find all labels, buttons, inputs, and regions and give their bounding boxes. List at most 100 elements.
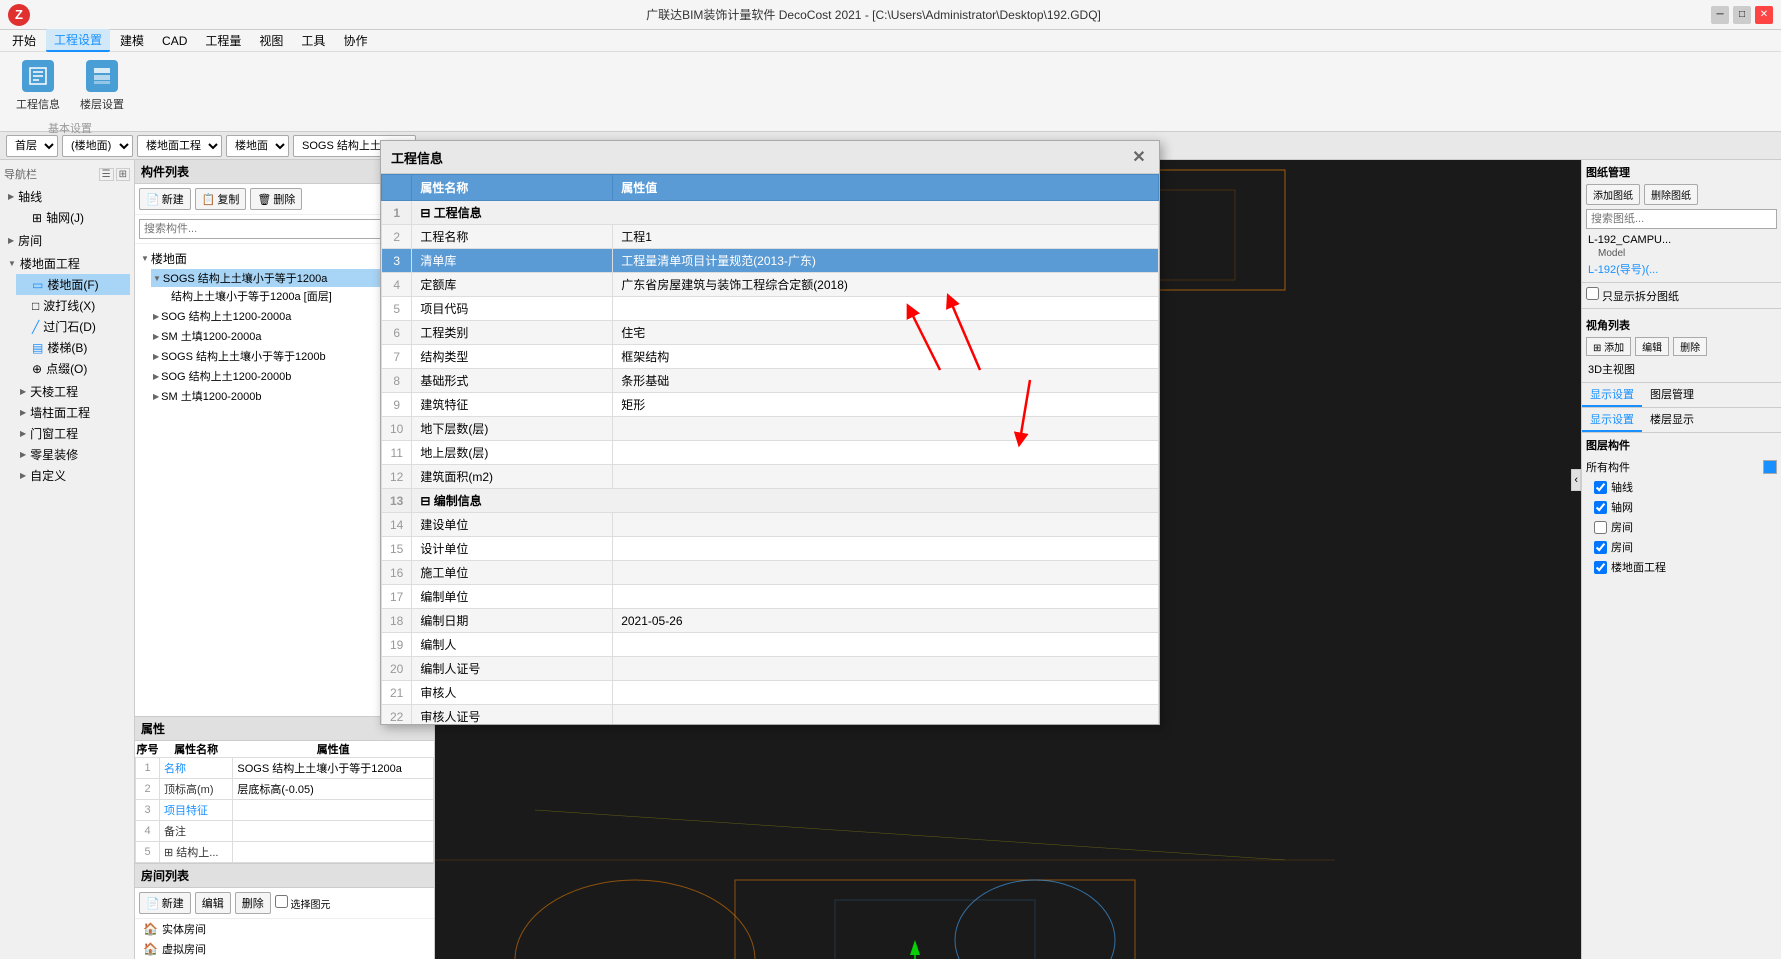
nav-wall[interactable]: ▶ 墙柱面工程: [4, 402, 130, 423]
display-settings: 显示设置 图层管理 显示设置 楼层显示 图层构件 所有构件 轴线: [1582, 383, 1781, 581]
drawing-item-l192[interactable]: L-192_CAMPU...: [1586, 233, 1777, 247]
floor-eng-checkbox[interactable]: [1594, 561, 1607, 574]
row-quota-library[interactable]: 4 定额库 广东省房屋建筑与装饰工程综合定额(2018): [382, 273, 1159, 297]
drawing-mgmt-section: 图纸管理 添加图纸 删除图纸 L-192_CAMPU... Model L-19…: [1582, 160, 1781, 283]
tab-layer-mgmt[interactable]: 图层管理: [1642, 383, 1702, 407]
project-info-modal[interactable]: 工程信息 ✕ 属性名称 属性值 1 ⊟ 工程信息: [380, 140, 1160, 725]
add-view-button[interactable]: ⊞ 添加: [1586, 337, 1631, 356]
menu-quantities[interactable]: 工程量: [197, 30, 249, 51]
drawing-item-l192-guide[interactable]: L-192(导号)(...: [1586, 260, 1777, 278]
project-select[interactable]: 楼地面工程: [137, 135, 222, 157]
collapse-right-panel[interactable]: ‹: [1571, 469, 1581, 491]
nav-floor-finish[interactable]: ▭ 楼地面(F): [16, 274, 130, 295]
split-drawing-checkbox[interactable]: 只显示拆分图纸: [1586, 291, 1679, 303]
new-component-button[interactable]: 📄 新建: [139, 188, 191, 210]
row-compile-date[interactable]: 18 编制日期 2021-05-26: [382, 609, 1159, 633]
row-compiler[interactable]: 19 编制人: [382, 633, 1159, 657]
edit-room-button[interactable]: 编辑: [195, 892, 231, 914]
row-above-floors[interactable]: 11 地上层数(层): [382, 441, 1159, 465]
nav-grid-icon[interactable]: ⊞: [116, 168, 130, 181]
drawing-search-input[interactable]: [1586, 209, 1777, 229]
nav-custom[interactable]: ▶ 自定义: [4, 465, 130, 486]
room-item-real[interactable]: 🏠 实体房间: [135, 919, 434, 939]
maximize-button[interactable]: □: [1733, 6, 1751, 24]
nav-stair[interactable]: ▤ 楼梯(B): [16, 337, 130, 358]
delete-component-button[interactable]: 🗑 删除: [250, 188, 302, 210]
grid-checkbox[interactable]: [1594, 501, 1607, 514]
row-bill-library[interactable]: 3 清单库 工程量清单项目计量规范(2013-广东): [382, 249, 1159, 273]
select-elements-checkbox[interactable]: 选择图元: [275, 895, 331, 911]
row-structure-type[interactable]: 7 结构类型 框架结构: [382, 345, 1159, 369]
menu-start[interactable]: 开始: [4, 30, 44, 51]
grid-label: 轴网(J): [46, 209, 84, 226]
default-3d-view[interactable]: 3D主视图: [1586, 360, 1777, 378]
modal-close-button[interactable]: ✕: [1129, 147, 1149, 167]
subtab-display[interactable]: 显示设置: [1582, 408, 1642, 432]
new-room-button[interactable]: 📄 新建: [139, 892, 191, 914]
tab-display-settings[interactable]: 显示设置: [1582, 383, 1642, 407]
stair-icon: ▤: [32, 341, 43, 355]
expand-icon: ▼: [8, 259, 16, 268]
modal-title: 工程信息: [391, 148, 443, 167]
delete-view-button[interactable]: 删除: [1673, 337, 1707, 356]
project-info-button[interactable]: 工程信息: [8, 56, 68, 116]
row-foundation[interactable]: 8 基础形式 条形基础: [382, 369, 1159, 393]
row-construction-unit[interactable]: 14 建设单位: [382, 513, 1159, 537]
nav-doors-windows[interactable]: ▶ 门窗工程: [4, 423, 130, 444]
row-contractor[interactable]: 16 施工单位: [382, 561, 1159, 585]
axes-checkbox-label: 轴线: [1611, 479, 1633, 495]
row-project-category[interactable]: 6 工程类别 住宅: [382, 321, 1159, 345]
floor-settings-button[interactable]: 楼层设置: [72, 56, 132, 116]
minimize-button[interactable]: ─: [1711, 6, 1729, 24]
menu-view[interactable]: 视图: [251, 30, 291, 51]
row-project-code[interactable]: 5 项目代码: [382, 297, 1159, 321]
subtab-floor[interactable]: 楼层显示: [1642, 408, 1702, 432]
nav-room-header[interactable]: ▶ 房间: [4, 230, 130, 251]
menu-bar: 开始 工程设置 建模 CAD 工程量 视图 工具 协作: [0, 30, 1781, 52]
floor-settings-label: 楼层设置: [80, 96, 124, 112]
surface-select[interactable]: 楼地面: [226, 135, 289, 157]
menu-collaborate[interactable]: 协作: [335, 30, 375, 51]
row-floor-area[interactable]: 12 建筑面积(m2): [382, 465, 1159, 489]
component-search-input[interactable]: [139, 219, 401, 239]
nav-floor-header[interactable]: ▼ 楼地面工程: [4, 253, 130, 274]
drawing-subitem-model[interactable]: Model: [1586, 247, 1777, 260]
nav-list-icon[interactable]: ☰: [99, 168, 114, 181]
delete-room-button[interactable]: 删除: [235, 892, 271, 914]
nav-ceiling[interactable]: ▶ 天棱工程: [4, 381, 130, 402]
room-item-virtual[interactable]: 🏠 虚拟房间: [135, 939, 434, 959]
menu-project-settings[interactable]: 工程设置: [46, 29, 110, 52]
row-reviewer-id[interactable]: 22 审核人证号: [382, 705, 1159, 725]
close-button[interactable]: ✕: [1755, 6, 1773, 24]
row-compiler-id[interactable]: 20 编制人证号: [382, 657, 1159, 681]
nav-misc-decor[interactable]: ▶ 零星装修: [4, 444, 130, 465]
copy-component-button[interactable]: 📋 复制: [195, 188, 247, 210]
area-select[interactable]: (楼地面): [62, 135, 133, 157]
nav-border-line[interactable]: □ 波打线(X): [16, 295, 130, 316]
room2-checkbox[interactable]: [1594, 541, 1607, 554]
all-components-toggle[interactable]: [1763, 460, 1777, 474]
row-project-name[interactable]: 2 工程名称 工程1: [382, 225, 1159, 249]
nav-decor[interactable]: ⊕ 点缀(O): [16, 358, 130, 379]
menu-cad[interactable]: CAD: [154, 32, 195, 50]
row-design-unit[interactable]: 15 设计单位: [382, 537, 1159, 561]
row-underground-floors[interactable]: 10 地下层数(层): [382, 417, 1159, 441]
edit-view-button[interactable]: 编辑: [1635, 337, 1669, 356]
delete-drawing-button[interactable]: 删除图纸: [1644, 184, 1698, 205]
nav-axes-header[interactable]: ▶ 轴线: [4, 186, 130, 207]
ribbon-basic-settings: 工程信息 楼层设置 基本设置: [8, 56, 132, 136]
row-compile-unit[interactable]: 17 编制单位: [382, 585, 1159, 609]
nav-grid-network[interactable]: ⊞ 轴网(J): [16, 207, 130, 228]
axes-checkbox[interactable]: [1594, 481, 1607, 494]
modal-table-header-row: 属性名称 属性值: [382, 175, 1159, 201]
view-btn-row: ⊞ 添加 编辑 删除: [1586, 337, 1777, 356]
row-reviewer[interactable]: 21 审核人: [382, 681, 1159, 705]
new-room-icon: 📄: [146, 897, 160, 910]
room1-checkbox[interactable]: [1594, 521, 1607, 534]
menu-modeling[interactable]: 建模: [112, 30, 152, 51]
nav-door-stone[interactable]: ╱ 过门石(D): [16, 316, 130, 337]
floor-select[interactable]: 首层: [6, 135, 58, 157]
row-arch-feature[interactable]: 9 建筑特征 矩形: [382, 393, 1159, 417]
add-drawing-button[interactable]: 添加图纸: [1586, 184, 1640, 205]
menu-tools[interactable]: 工具: [293, 30, 333, 51]
